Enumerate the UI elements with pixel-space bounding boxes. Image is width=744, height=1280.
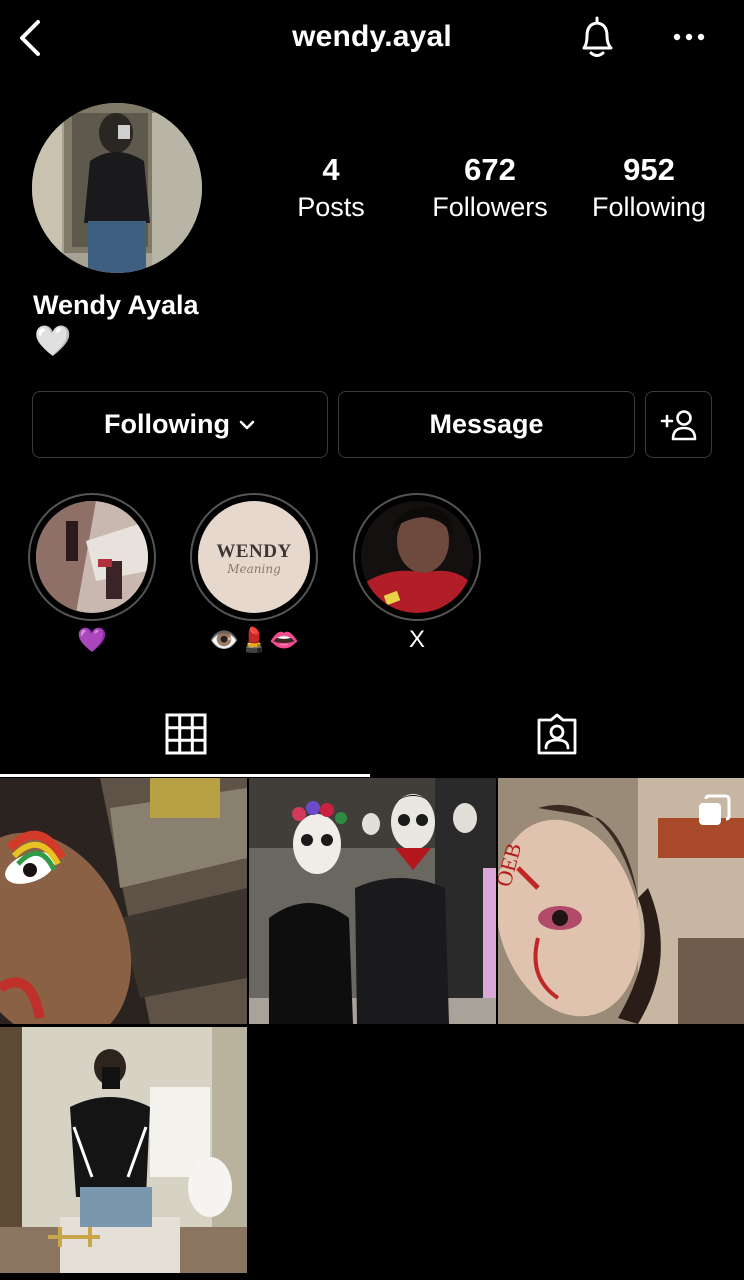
story-highlight[interactable]: [28, 493, 156, 621]
profile-avatar[interactable]: [32, 103, 202, 273]
highlight-cover-title: WENDY: [216, 541, 292, 562]
stat-posts-value: 4: [322, 152, 340, 187]
profile-username: wendy.ayal: [292, 20, 452, 53]
highlight-cover: [361, 501, 473, 613]
profile-display-name: Wendy Ayala: [33, 290, 199, 320]
stat-posts[interactable]: 4 Posts: [251, 150, 411, 224]
highlight-label: 👁️💄👄: [209, 627, 299, 654]
highlight-cover: [36, 501, 148, 613]
more-horizontal-icon[interactable]: [666, 22, 712, 52]
tab-grid[interactable]: [0, 690, 370, 778]
highlight-label: 💜: [77, 627, 107, 654]
stat-following[interactable]: 952 Following: [569, 150, 729, 224]
post-thumbnail[interactable]: [0, 1027, 247, 1273]
highlight-label: X: [408, 626, 425, 653]
stat-followers-label: Followers: [432, 192, 548, 222]
add-user-button[interactable]: [645, 391, 712, 458]
multiple-photos-icon: [699, 794, 731, 825]
stat-followers-value: 672: [464, 152, 516, 187]
active-tab-indicator: [0, 774, 370, 777]
stat-following-value: 952: [623, 152, 675, 187]
top-bar: wendy.ayal: [0, 0, 744, 78]
tagged-user-icon: [537, 713, 577, 755]
tab-tagged[interactable]: [372, 690, 744, 778]
message-button-label: Message: [429, 409, 544, 439]
post-thumbnail[interactable]: OEB: [498, 778, 744, 1024]
bell-icon[interactable]: [574, 14, 620, 64]
following-button[interactable]: Following: [32, 391, 328, 458]
stat-followers[interactable]: 672 Followers: [410, 150, 570, 224]
highlight-cover-subtitle: Meaning: [227, 562, 281, 576]
profile-tabs: [0, 690, 744, 778]
story-highlight[interactable]: [353, 493, 481, 621]
stat-following-label: Following: [591, 192, 707, 222]
profile-bio: 🤍: [34, 325, 72, 358]
add-user-icon: [660, 409, 696, 440]
chevron-down-icon: [239, 420, 255, 429]
message-button[interactable]: Message: [338, 391, 635, 458]
following-button-label: Following: [104, 409, 230, 439]
story-highlight[interactable]: WENDY Meaning: [190, 493, 318, 621]
grid-icon: [165, 713, 207, 755]
post-thumbnail[interactable]: [249, 778, 496, 1024]
profile-stats: 4 Posts 672 Followers 952 Following: [250, 150, 740, 230]
highlight-cover: WENDY Meaning: [198, 501, 310, 613]
stat-posts-label: Posts: [297, 192, 365, 222]
post-thumbnail[interactable]: [0, 778, 247, 1024]
